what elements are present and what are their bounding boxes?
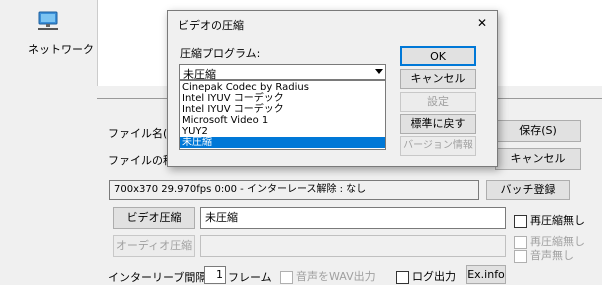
- interleave-value: 1: [216, 268, 223, 281]
- close-icon: ✕: [476, 16, 488, 30]
- no-audio-label: 音声無し: [530, 249, 574, 262]
- codec-option[interactable]: Intel IYUV コーデック: [180, 93, 385, 104]
- codec-option-selected[interactable]: 未圧縮: [180, 137, 385, 148]
- configure-button[interactable]: 設定: [400, 92, 476, 112]
- wav-output-label: 音声をWAV出力: [296, 270, 376, 283]
- no-audio-check-box[interactable]: [514, 249, 527, 263]
- chevron-down-icon: [375, 69, 383, 74]
- audio-codec-field: [200, 235, 506, 257]
- wav-output-check-box[interactable]: [280, 270, 293, 284]
- no-recompress-label: 再圧縮無し: [530, 214, 585, 227]
- version-info-button[interactable]: バージョン情報: [400, 136, 476, 156]
- network-label: ネットワーク: [28, 43, 94, 56]
- no-recompress-checkbox[interactable]: 再圧縮無し: [514, 212, 585, 228]
- no-audio-checkbox[interactable]: 音声無し: [514, 247, 574, 263]
- interleave-unit: フレーム: [228, 271, 272, 284]
- wav-output-checkbox[interactable]: 音声をWAV出力: [280, 268, 376, 284]
- codec-dropdown-list: Cinepak Codec by Radius Intel IYUV コーデック…: [179, 80, 386, 150]
- codec-select[interactable]: 未圧縮: [179, 64, 386, 81]
- interleave-label: インターリーブ間隔：: [108, 271, 218, 284]
- no-recompress-check-box[interactable]: [514, 214, 527, 228]
- dialog-close-button[interactable]: ✕: [468, 13, 496, 33]
- main-cancel-button[interactable]: キャンセル: [495, 148, 581, 170]
- video-compress-button[interactable]: ビデオ圧縮: [113, 207, 195, 229]
- codec-option[interactable]: Intel IYUV コーデック: [180, 104, 385, 115]
- program-label: 圧縮プログラム:: [180, 47, 261, 60]
- exinfo-button[interactable]: Ex.info: [466, 265, 506, 284]
- log-output-check-box[interactable]: [396, 270, 409, 284]
- codec-option[interactable]: YUY2: [180, 126, 385, 137]
- restore-default-button[interactable]: 標準に戻す: [400, 114, 476, 134]
- codec-option[interactable]: Cinepak Codec by Radius: [180, 82, 385, 93]
- desktop-area: ネットワーク: [0, 0, 100, 100]
- log-output-checkbox[interactable]: ログ出力: [396, 268, 456, 284]
- codec-option[interactable]: Microsoft Video 1: [180, 115, 385, 126]
- ok-button[interactable]: OK: [400, 46, 476, 66]
- compression-dialog: ビデオの圧縮 ✕ 圧縮プログラム: 未圧縮 Cinepak Codec by R…: [167, 10, 498, 167]
- audio-compress-button[interactable]: オーディオ圧縮: [113, 235, 195, 257]
- dialog-cancel-button[interactable]: キャンセル: [400, 69, 476, 89]
- save-button[interactable]: 保存(S): [495, 120, 581, 142]
- info-field: 700x370 29.970fps 0:00 - インターレース解除 : なし: [109, 180, 479, 200]
- batch-button[interactable]: バッチ登録: [486, 180, 570, 200]
- interleave-input[interactable]: 1: [204, 266, 226, 284]
- dialog-title: ビデオの圧縮: [178, 19, 244, 32]
- video-codec-field: 未圧縮: [200, 207, 506, 229]
- log-output-label: ログ出力: [412, 270, 456, 283]
- network-icon[interactable]: [36, 10, 60, 32]
